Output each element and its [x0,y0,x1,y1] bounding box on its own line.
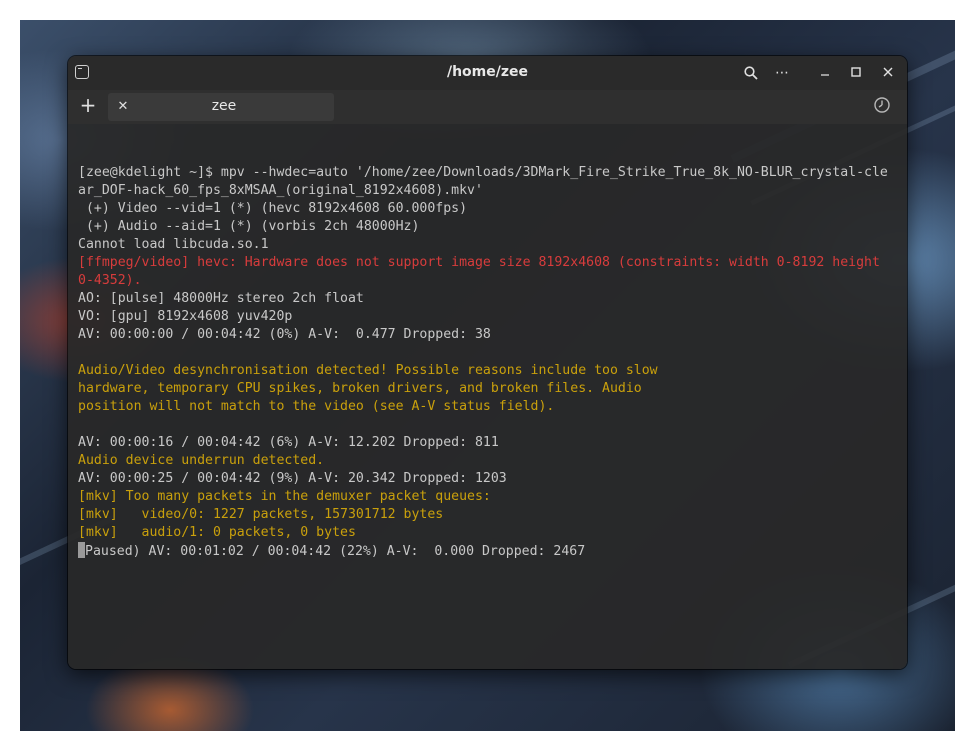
tab-label: zee [211,98,237,114]
terminal-line: [zee@kdelight ~]$ mpv --hwdec=auto '/hom… [78,165,888,180]
status-line-text: Paused) AV: 00:01:02 / 00:04:42 (22%) A-… [85,544,586,559]
terminal-line: [mkv] Too many packets in the demuxer pa… [78,489,491,504]
plus-icon: + [79,93,97,117]
terminal-line: hardware, temporary CPU spikes, broken d… [78,381,642,396]
terminal-line: VO: [gpu] 8192x4608 yuv420p [78,309,293,324]
terminal-line: [ffmpeg/video] hevc: Hardware does not s… [78,255,880,270]
history-button[interactable] [873,96,893,116]
terminal-line: ar_DOF-hack_60_fps_8xMSAA_(original_8192… [78,183,483,198]
terminal-line: AV: 00:00:16 / 00:04:42 (6%) A-V: 12.202… [78,435,499,450]
terminal-status-line: Paused) AV: 00:01:02 / 00:04:42 (22%) A-… [78,542,903,560]
text-cursor [78,542,85,558]
terminal-line: AV: 00:00:00 / 00:04:42 (0%) A-V: 0.477 … [78,327,491,342]
clock-icon [874,97,890,113]
terminal-line: AO: [pulse] 48000Hz stereo 2ch float [78,291,364,306]
search-button[interactable] [740,62,762,84]
terminal-line: 0-4352). [78,273,142,288]
terminal-line: Cannot load libcuda.so.1 [78,237,269,252]
terminal-window: /home/zee ⋯ + ✕ zee [zee@kdelight ~]$ mp… [68,56,907,669]
tab-bar: + ✕ zee [68,90,907,124]
terminal-output[interactable]: [zee@kdelight ~]$ mpv --hwdec=auto '/hom… [78,128,903,664]
close-button[interactable] [877,62,899,84]
title-bar[interactable]: /home/zee ⋯ [68,56,907,90]
tab-zee[interactable]: ✕ zee [108,93,334,121]
terminal-line: Audio device underrun detected. [78,453,325,468]
minimize-button[interactable] [814,62,836,84]
terminal-line: (+) Audio --aid=1 (*) (vorbis 2ch 48000H… [78,219,420,234]
terminal-line: AV: 00:00:25 / 00:04:42 (9%) A-V: 20.342… [78,471,507,486]
terminal-line: (+) Video --vid=1 (*) (hevc 8192x4608 60… [78,201,468,216]
terminal-line: [mkv] audio/1: 0 packets, 0 bytes [78,525,356,540]
terminal-line: position will not match to the video (se… [78,399,555,414]
menu-button[interactable]: ⋯ [771,62,793,84]
maximize-icon [851,67,861,77]
close-icon [883,67,893,77]
maximize-button[interactable] [845,62,867,84]
minimize-icon [821,74,829,76]
new-tab-button[interactable]: + [77,94,99,116]
terminal-line: [mkv] video/0: 1227 packets, 157301712 b… [78,507,444,522]
more-horizontal-icon: ⋯ [775,65,789,81]
terminal-line: Audio/Video desynchronisation detected! … [78,363,658,378]
search-icon [744,66,758,80]
